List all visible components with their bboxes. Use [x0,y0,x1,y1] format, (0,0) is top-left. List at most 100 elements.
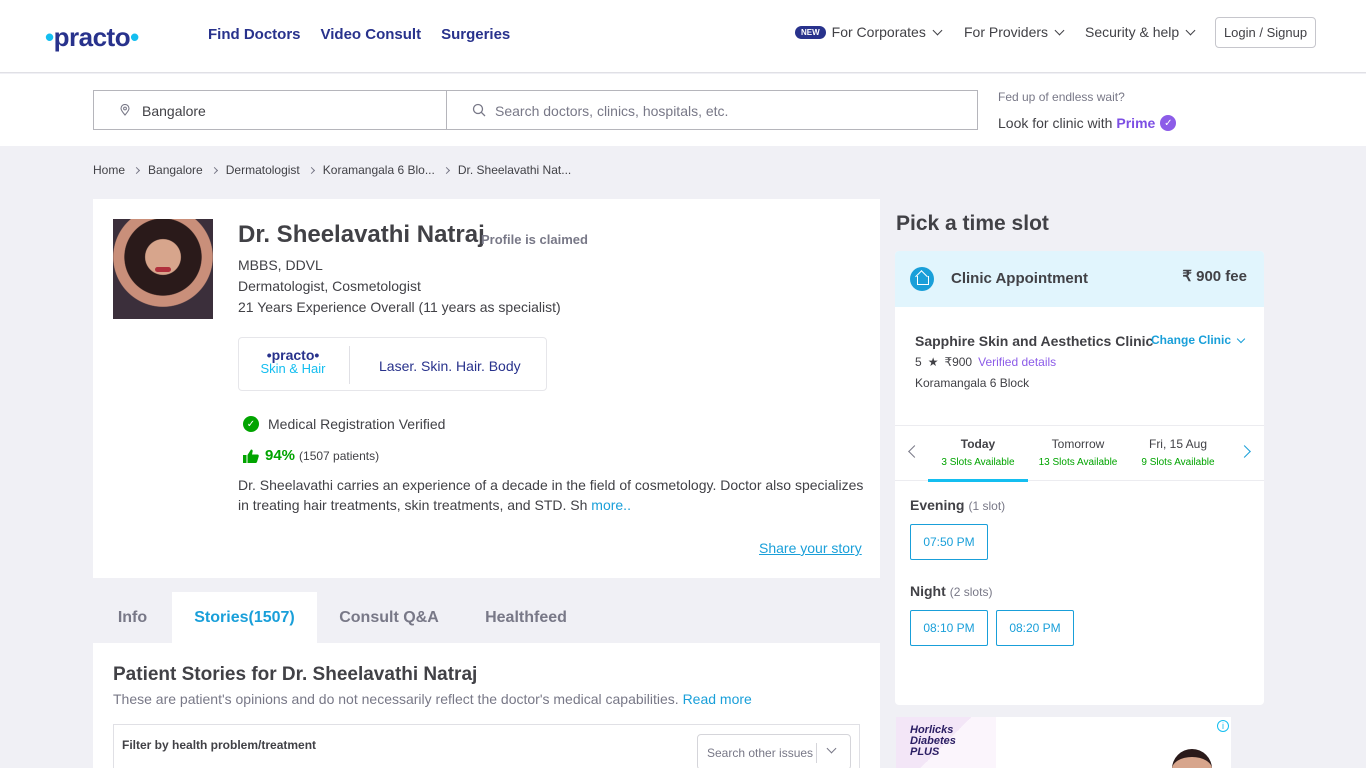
day-fri-15-aug[interactable]: Fri, 15 Aug 9 Slots Available [1128,426,1228,482]
clinic-name: Sapphire Skin and Aesthetics Clinic [915,333,1154,349]
doctor-photo [113,219,213,319]
clinic-home-icon [910,267,934,291]
day-label: Tomorrow [1051,437,1105,451]
security-help-menu[interactable]: Security & help [1085,24,1196,40]
tab-healthfeed[interactable]: Healthfeed [461,592,591,643]
registration-verified: ✓ Medical Registration Verified [243,416,445,432]
breadcrumb: Home Bangalore Dermatologist Koramangala… [93,163,571,177]
new-badge: NEW [795,25,826,39]
chevron-down-icon [1236,334,1246,343]
filter-label: Filter by health problem/treatment [122,738,317,752]
chevron-right-icon[interactable] [1238,445,1251,458]
stories-disclaimer-text: These are patient's opinions and do not … [113,691,679,707]
search-bar-row: Fed up of endless wait? Look for clinic … [0,74,1366,146]
day-label: Today [960,437,996,451]
ad-image [1172,749,1212,768]
ad-brand-line3: PLUS [910,746,940,758]
evening-count: (1 slot) [968,499,1006,513]
chevron-right-icon [132,166,141,174]
top-header: •practo• Find Doctors Video Consult Surg… [0,0,1366,73]
doctor-experience: 21 Years Experience Overall (11 years as… [238,299,561,315]
day-slots-available: 9 Slots Available [1141,457,1215,468]
for-providers-menu[interactable]: For Providers [964,24,1065,40]
location-pin-icon [120,104,130,116]
nav-surgeries[interactable]: Surgeries [441,26,510,43]
day-tomorrow[interactable]: Tomorrow 13 Slots Available [1028,426,1128,482]
practo-skin-hair-partner[interactable]: •practo• Skin & Hair Laser. Skin. Hair. … [238,337,547,391]
about-text: Dr. Sheelavathi carries an experience of… [238,477,864,513]
for-corporates-menu[interactable]: NEW For Corporates [795,24,943,40]
chevron-left-icon[interactable] [908,445,921,458]
night-heading: Night (2 slots) [910,583,992,599]
location-search[interactable] [93,90,447,130]
stories-title: Patient Stories for Dr. Sheelavathi Natr… [113,664,478,685]
chevron-down-icon [1054,25,1065,35]
time-slot-button[interactable]: 07:50 PM [910,524,988,560]
ad-brand: Horlicks Diabetes PLUS [910,725,956,758]
location-input[interactable] [142,101,432,121]
night-count: (2 slots) [949,585,993,599]
consultation-fee: ₹ 900 fee [1182,268,1247,285]
change-clinic-label: Change Clinic [1151,333,1232,347]
doctor-search[interactable] [446,90,978,130]
tab-consult-qa[interactable]: Consult Q&A [317,592,461,643]
rating-percent: 94% [265,447,296,464]
prime-promo-text: Fed up of endless wait? [998,90,1125,104]
ad-info-icon[interactable]: i [1217,720,1229,732]
day-slots-available: 13 Slots Available [1038,457,1118,468]
prime-promo-label: Look for clinic with [998,115,1113,131]
search-input[interactable] [495,101,955,121]
nav-video-consult[interactable]: Video Consult [321,26,422,43]
tab-info[interactable]: Info [93,592,172,643]
search-other-issues-dropdown[interactable]: Search other issues [697,734,851,768]
day-today[interactable]: Today 3 Slots Available [928,426,1028,482]
breadcrumb-home[interactable]: Home [93,163,125,177]
breadcrumb-specialty[interactable]: Dermatologist [226,163,300,177]
chevron-down-icon [932,25,943,35]
for-providers-label: For Providers [964,24,1049,40]
read-more-link[interactable]: more.. [591,497,631,513]
thumbs-up-icon [243,449,259,463]
chevron-right-icon [442,166,450,174]
chevron-right-icon [307,166,315,174]
breadcrumb-city[interactable]: Bangalore [148,163,203,177]
read-more-link[interactable]: Read more [683,691,752,707]
clinic-appointment-header: Clinic Appointment ₹ 900 fee [895,251,1264,307]
time-slot-button[interactable]: 08:20 PM [996,610,1074,646]
breadcrumb-locality[interactable]: Koramangala 6 Blo... [323,163,435,177]
tab-stories[interactable]: Stories(1507) [172,592,317,643]
day-selector: Today 3 Slots Available Tomorrow 13 Slot… [895,425,1264,482]
prime-promo-link[interactable]: Look for clinic with Prime ✓ [998,115,1177,131]
clinic-rating: 5 [915,355,922,369]
chevron-right-icon [210,166,218,174]
day-slots-available: 3 Slots Available [941,457,1015,468]
breadcrumb-current: Dr. Sheelavathi Nat... [457,163,572,177]
day-label: Fri, 15 Aug [1148,437,1208,451]
check-circle-icon: ✓ [243,416,259,432]
stories-filter: Filter by health problem/treatment Searc… [113,724,860,768]
doctor-profile-card: Dr. Sheelavathi Natraj Profile is claime… [93,199,880,578]
time-slot-button[interactable]: 08:10 PM [910,610,988,646]
skin-hair-logo: •practo• Skin & Hair [253,348,333,376]
change-clinic-button[interactable]: Change Clinic [1151,333,1246,347]
practo-logo[interactable]: •practo• [45,22,139,53]
nav-find-doctors[interactable]: Find Doctors [208,26,301,43]
appointment-type: Clinic Appointment [951,270,1088,287]
for-corporates-label: For Corporates [831,24,926,40]
evening-label: Evening [910,497,965,513]
star-icon: ★ [927,355,939,369]
dropdown-divider [816,743,817,763]
share-your-story-link[interactable]: Share your story [759,540,862,556]
verified-details-link[interactable]: Verified details [978,355,1056,369]
advertisement-banner[interactable]: Horlicks Diabetes PLUS i [896,717,1231,768]
patient-rating: 94% (1507 patients) [243,447,379,464]
clinic-meta: 5 ★ ₹900 Verified details [915,355,1056,369]
stories-disclaimer: These are patient's opinions and do not … [113,691,752,707]
skin-hair-logo-bottom: Skin & Hair [260,361,326,376]
patient-stories-section: Patient Stories for Dr. Sheelavathi Natr… [93,643,880,768]
partner-divider [349,346,350,384]
login-signup-button[interactable]: Login / Signup [1215,17,1316,48]
night-label: Night [910,583,946,599]
registration-verified-label: Medical Registration Verified [268,416,446,432]
chevron-down-icon [1185,25,1196,35]
